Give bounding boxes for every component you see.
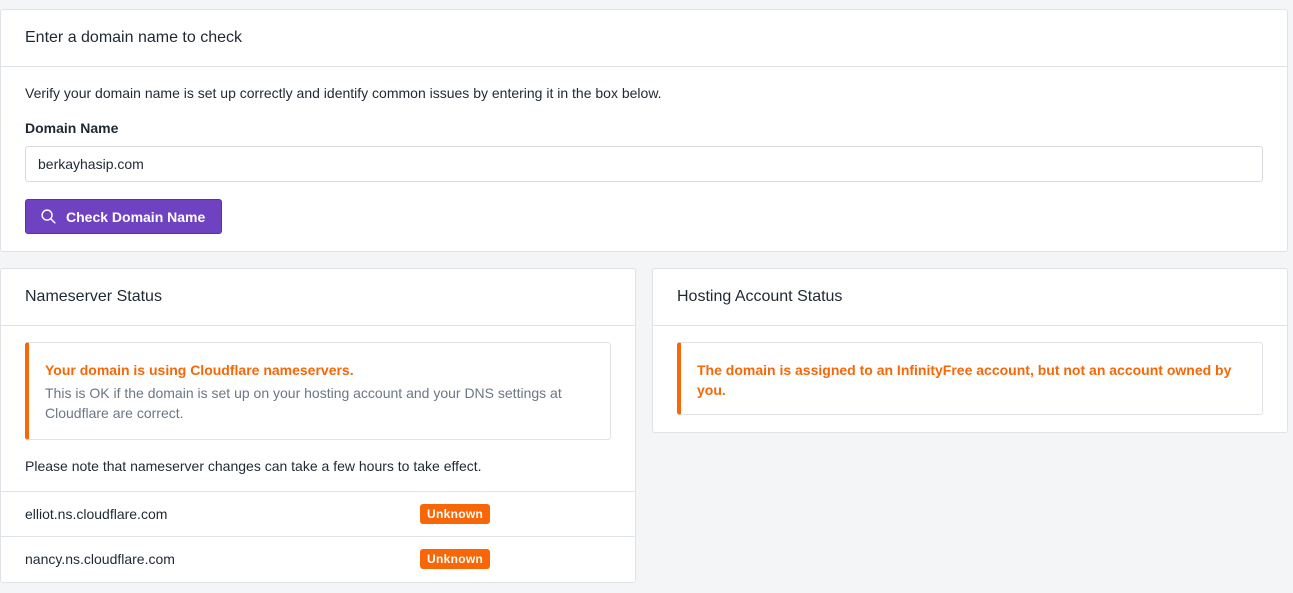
hosting-alert: The domain is assigned to an InfinityFre… — [677, 342, 1263, 415]
nameserver-alert-title: Your domain is using Cloudflare nameserv… — [45, 362, 354, 378]
nameserver-note: Please note that nameserver changes can … — [25, 458, 482, 474]
hosting-account-status-title: Hosting Account Status — [653, 269, 1287, 326]
domain-name-label: Domain Name — [25, 120, 119, 136]
domain-check-intro: Verify your domain name is set up correc… — [25, 85, 662, 101]
domain-check-title: Enter a domain name to check — [1, 10, 1287, 67]
check-domain-button[interactable]: Check Domain Name — [25, 199, 223, 234]
nameserver-alert: Your domain is using Cloudflare nameserv… — [25, 342, 611, 440]
nameserver-row: elliot.ns.cloudflare.com Unknown — [1, 491, 635, 536]
status-badge: Unknown — [420, 549, 491, 569]
domain-name-input[interactable] — [25, 146, 1263, 182]
status-badge: Unknown — [420, 504, 491, 524]
nameserver-row: nancy.ns.cloudflare.com Unknown — [1, 536, 635, 581]
domain-check-card: Enter a domain name to check Verify your… — [0, 9, 1288, 252]
check-domain-button-label: Check Domain Name — [66, 208, 206, 225]
nameserver-list: elliot.ns.cloudflare.com Unknown nancy.n… — [1, 491, 635, 581]
nameserver-host: elliot.ns.cloudflare.com — [25, 506, 168, 522]
nameserver-alert-text: This is OK if the domain is set up on yo… — [45, 385, 562, 421]
hosting-account-status-card: Hosting Account Status The domain is ass… — [652, 268, 1288, 433]
hosting-alert-title: The domain is assigned to an InfinityFre… — [697, 362, 1232, 398]
search-icon — [40, 208, 57, 225]
nameserver-status-card: Nameserver Status Your domain is using C… — [0, 268, 636, 583]
nameserver-status-title: Nameserver Status — [1, 269, 635, 326]
nameserver-host: nancy.ns.cloudflare.com — [25, 551, 175, 567]
